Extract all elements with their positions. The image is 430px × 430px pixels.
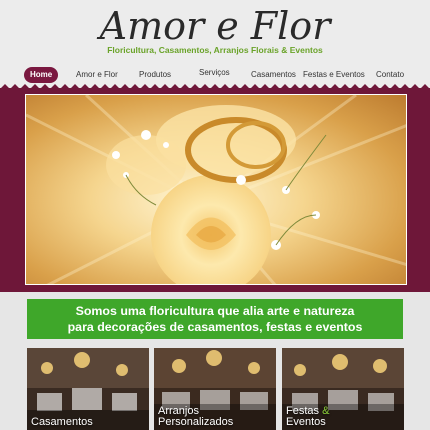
card-arranjos-personalizados[interactable]: Arranjos Personalizados: [154, 348, 276, 430]
nav-casamentos[interactable]: Casamentos: [245, 67, 302, 83]
tagline-line2: para decorações de casamentos, festas e …: [67, 320, 363, 334]
nav-produtos[interactable]: Produtos: [133, 67, 177, 83]
hero-banner-image[interactable]: [25, 94, 407, 285]
roses-rings-image: [26, 95, 406, 284]
card-label: Casamentos: [31, 416, 93, 428]
logo-subtitle: Floricultura, Casamentos, Arranjos Flora…: [107, 45, 323, 55]
nav-home[interactable]: Home: [24, 67, 59, 83]
tagline-line1: Somos uma floricultura que alia arte e n…: [75, 304, 355, 318]
nav-servicos[interactable]: Serviços: [193, 65, 236, 81]
card-label: Festas & Eventos: [286, 405, 330, 428]
nav-contato[interactable]: Contato: [370, 67, 410, 83]
nav-amor-e-flor[interactable]: Amor e Flor: [70, 67, 124, 83]
main-nav: Home Amor e Flor Produtos Serviços Casam…: [0, 64, 430, 86]
tagline-banner: Somos uma floricultura que alia arte e n…: [27, 299, 403, 339]
card-label: Arranjos Personalizados: [158, 405, 234, 428]
logo-title[interactable]: Amor e Flor: [0, 6, 430, 46]
card-casamentos[interactable]: Casamentos: [27, 348, 149, 430]
nav-festas-e-eventos[interactable]: Festas e Eventos: [297, 67, 371, 83]
card-festas-e-eventos[interactable]: Festas & Eventos: [282, 348, 404, 430]
site-header: Amor e Flor Floricultura, Casamentos, Ar…: [0, 0, 430, 62]
